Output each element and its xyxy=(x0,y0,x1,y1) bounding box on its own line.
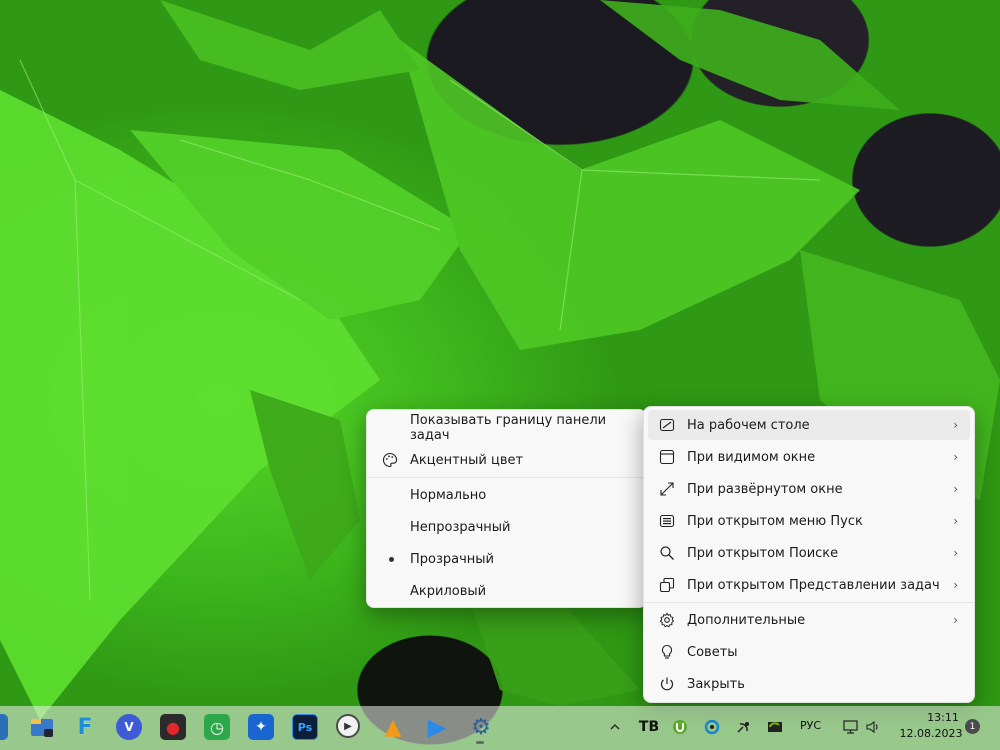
menu-item-label: Советы xyxy=(687,644,738,660)
app-recorder-icon[interactable]: ● xyxy=(160,714,186,740)
app-aimp-icon[interactable]: ▲ xyxy=(380,714,406,740)
app-letter: ▲ xyxy=(384,714,402,740)
chevron-right-icon: › xyxy=(953,613,958,627)
app-partial-icon[interactable] xyxy=(0,714,8,740)
app-letter: Ps xyxy=(297,720,313,734)
notification-badge[interactable]: 1 xyxy=(965,719,980,734)
menu-item-label: При видимом окне xyxy=(687,449,816,465)
menu-item-label: При открытом Представлении задач xyxy=(687,577,940,593)
menu-item-label: Закрыть xyxy=(687,676,745,692)
start-menu-icon xyxy=(658,512,676,530)
tray-satellite-icon[interactable] xyxy=(735,718,753,736)
menu-item-maximized-window[interactable]: При развёрнутом окне › xyxy=(648,474,970,504)
app-player-icon[interactable]: ▶ xyxy=(336,714,360,738)
gear-icon xyxy=(658,611,676,629)
app-vivaldi-icon[interactable]: V xyxy=(116,714,142,740)
menu-item-task-view-open[interactable]: При открытом Представлении задач › xyxy=(648,570,970,600)
window-icon xyxy=(658,448,676,466)
taskbar-style-submenu: Показывать границу панели задач Акцентны… xyxy=(366,409,647,608)
chevron-right-icon: › xyxy=(953,514,958,528)
chevron-up-icon[interactable] xyxy=(606,718,624,736)
task-view-icon xyxy=(658,576,676,594)
menu-item-label: При открытом Поиске xyxy=(687,545,839,561)
chevron-right-icon: › xyxy=(953,450,958,464)
selected-bullet-icon xyxy=(389,557,394,562)
app-dots-icon[interactable]: ✦ xyxy=(248,714,274,740)
app-letter: ✦ xyxy=(255,719,267,735)
menu-item-label: На рабочем столе xyxy=(687,417,810,433)
menu-item-advanced[interactable]: Дополнительные › xyxy=(648,605,970,635)
tray-sync-icon[interactable] xyxy=(703,718,721,736)
menu-item-label: При развёрнутом окне xyxy=(687,481,843,497)
maximize-icon xyxy=(658,480,676,498)
menu-item-label: Акриловый xyxy=(410,583,487,599)
chevron-right-icon: › xyxy=(953,546,958,560)
chevron-right-icon: › xyxy=(953,482,958,496)
menu-item-label: Непрозрачный xyxy=(410,519,511,535)
volume-icon[interactable] xyxy=(864,718,882,736)
menu-item-start-menu-open[interactable]: При открытом меню Пуск › xyxy=(648,506,970,536)
app-photoshop-icon[interactable]: Ps xyxy=(292,714,318,740)
tray-nvidia-icon[interactable] xyxy=(766,718,784,736)
app-letter: ● xyxy=(166,717,180,737)
menu-item-search-open[interactable]: При открытом Поиске › xyxy=(648,538,970,568)
power-icon xyxy=(658,675,676,693)
clock-time[interactable]: 13:11 xyxy=(920,711,966,724)
menu-item-label: Показывать границу панели задач xyxy=(410,413,607,443)
menu-item-label: При открытом меню Пуск xyxy=(687,513,863,529)
app-play-icon[interactable]: ▶ xyxy=(424,713,450,741)
menu-item-label: Акцентный цвет xyxy=(410,452,524,468)
app-letter: ▶ xyxy=(344,720,352,732)
lightbulb-icon xyxy=(658,643,676,661)
tray-tb-icon[interactable]: ТВ xyxy=(639,718,659,736)
menu-item-tips[interactable]: Советы xyxy=(648,637,970,667)
menu-item-label: Прозрачный xyxy=(410,551,495,567)
tray-torrent-icon[interactable] xyxy=(671,718,689,736)
menu-item-close[interactable]: Закрыть xyxy=(648,669,970,699)
language-indicator[interactable]: РУС xyxy=(800,719,821,732)
menu-separator xyxy=(644,602,974,603)
menu-item-on-desktop[interactable]: На рабочем столе › xyxy=(648,410,970,440)
menu-item-acrylic[interactable]: Акриловый xyxy=(371,576,642,606)
menu-item-transparent[interactable]: Прозрачный xyxy=(371,544,642,574)
menu-item-show-taskbar-border[interactable]: Показывать границу панели задач xyxy=(371,413,642,443)
active-app-indicator xyxy=(476,741,484,744)
app-letter: V xyxy=(124,720,134,734)
menu-item-normal[interactable]: Нормально xyxy=(371,480,642,510)
palette-icon xyxy=(381,451,399,469)
menu-separator xyxy=(367,477,646,478)
network-icon[interactable] xyxy=(842,718,860,736)
taskbar-context-menu: На рабочем столе › При видимом окне › Пр… xyxy=(643,406,975,703)
app-explorer-icon[interactable] xyxy=(29,714,55,740)
app-letter: ▶ xyxy=(427,713,447,741)
chevron-right-icon: › xyxy=(953,578,958,592)
app-settings-icon[interactable]: ⚙ xyxy=(468,714,494,740)
chevron-right-icon: › xyxy=(953,418,958,432)
menu-item-label: Нормально xyxy=(410,487,487,503)
app-letter: ⚙ xyxy=(471,714,491,740)
menu-item-visible-window[interactable]: При видимом окне › xyxy=(648,442,970,472)
menu-item-opaque[interactable]: Непрозрачный xyxy=(371,512,642,542)
menu-item-accent-color[interactable]: Акцентный цвет xyxy=(371,445,642,475)
app-letter: ◷ xyxy=(210,717,224,737)
menu-item-label: Дополнительные xyxy=(687,612,806,628)
clock-date[interactable]: 12.08.2023 xyxy=(896,727,966,740)
app-f-icon[interactable]: F xyxy=(72,714,98,740)
search-icon xyxy=(658,544,676,562)
desktop-icon xyxy=(658,416,676,434)
app-timer-icon[interactable]: ◷ xyxy=(204,714,230,740)
